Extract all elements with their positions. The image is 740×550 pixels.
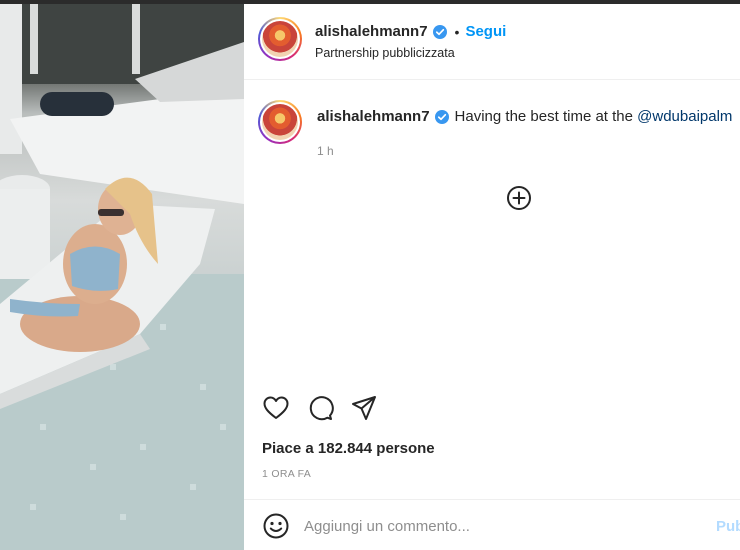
caption-mention-link[interactable]: @wdubaipalm bbox=[637, 108, 732, 125]
post-header: alishalehmann7 • Segui Partnership pubbl… bbox=[244, 4, 740, 80]
publish-button[interactable]: Pubblica bbox=[716, 518, 740, 535]
paper-plane-icon[interactable] bbox=[350, 394, 378, 422]
author-avatar[interactable] bbox=[258, 17, 302, 61]
avatar-image bbox=[262, 21, 298, 57]
post-date: 1 ORA FA bbox=[262, 468, 312, 480]
post-details-pane: alishalehmann7 • Segui Partnership pubbl… bbox=[244, 4, 740, 550]
heart-icon[interactable] bbox=[262, 394, 290, 422]
avatar-image bbox=[262, 104, 298, 140]
separator-dot: • bbox=[454, 23, 460, 40]
photo-illustration bbox=[0, 4, 244, 550]
caption-row: alishalehmann7 Having the best time at t… bbox=[317, 108, 732, 125]
likes-count[interactable]: Piace a 182.844 persone bbox=[262, 440, 435, 457]
caption-username[interactable]: alishalehmann7 bbox=[317, 108, 430, 125]
author-row: alishalehmann7 • Segui bbox=[315, 23, 506, 40]
comment-icon[interactable] bbox=[306, 394, 334, 422]
post-photo[interactable] bbox=[0, 4, 244, 550]
comment-input[interactable] bbox=[304, 512, 704, 540]
likes-suffix: persone bbox=[372, 440, 435, 457]
likes-number: 182.844 bbox=[317, 440, 373, 457]
verified-badge-icon bbox=[434, 109, 449, 124]
caption-time: 1 h bbox=[317, 144, 334, 158]
likes-prefix: Piace a bbox=[262, 440, 318, 457]
caption-block: alishalehmann7 Having the best time at t… bbox=[244, 98, 740, 168]
caption-text-prefix: Having the best time at the bbox=[454, 108, 638, 125]
caption-text: Having the best time at the @wdubaipalm bbox=[455, 108, 733, 125]
follow-button[interactable]: Segui bbox=[465, 23, 506, 40]
post-actions bbox=[244, 388, 740, 428]
caption-avatar[interactable] bbox=[258, 100, 302, 144]
partnership-label[interactable]: Partnership pubblicizzata bbox=[315, 46, 455, 60]
comment-bar: Pubblica bbox=[244, 499, 740, 550]
plus-circle-icon[interactable] bbox=[506, 185, 532, 211]
emoji-icon[interactable] bbox=[262, 512, 290, 540]
verified-badge-icon bbox=[432, 24, 447, 39]
author-username[interactable]: alishalehmann7 bbox=[315, 23, 428, 40]
